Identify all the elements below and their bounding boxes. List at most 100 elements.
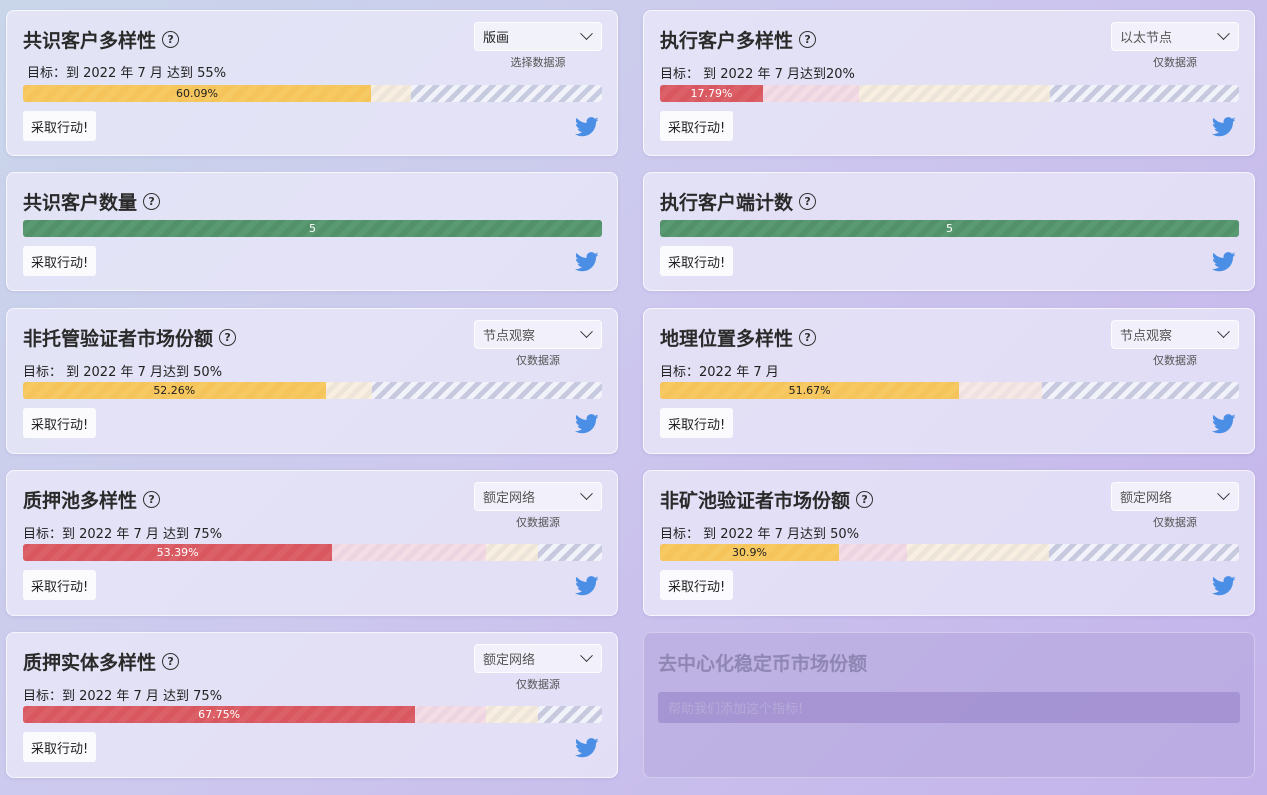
twitter-icon[interactable] xyxy=(575,117,599,137)
goal-text: 目标：2022 年 7 月 xyxy=(660,365,779,380)
select-value: 额定网络 xyxy=(1120,491,1173,506)
help-icon[interactable]: ? xyxy=(162,653,180,670)
card-title: 地理位置多样性 ? xyxy=(660,324,817,351)
card-title: 非托管验证者市场份额 ? xyxy=(23,324,237,351)
card-title-text: 非托管验证者市场份额 xyxy=(23,328,214,350)
card-non-custodial-validator-share: 非托管验证者市场份额 ? 目标： 到 2022 年 7 月达到 50% 节点观察… xyxy=(6,308,618,454)
select-caption: 仅数据源 xyxy=(516,516,560,529)
card-staking-entity-diversity: 质押实体多样性 ? 目标：到 2022 年 7 月 达到 75% 额定网络 仅数… xyxy=(6,632,618,778)
progress-fill: 53.39% xyxy=(23,544,333,561)
progress-fill: 5 xyxy=(660,220,1239,237)
take-action-button[interactable]: 采取行动! xyxy=(660,246,734,276)
progress-bar: 5 xyxy=(23,220,602,237)
select-caption: 选择数据源 xyxy=(510,56,566,69)
card-title-text: 共识客户数量 xyxy=(23,192,138,214)
progress-label: 51.67% xyxy=(788,384,831,397)
card-title-text: 共识客户多样性 xyxy=(23,30,157,52)
data-source-select[interactable]: 以太节点 xyxy=(1111,22,1239,51)
add-metric-link[interactable]: 帮助我们添加这个指标! xyxy=(658,692,1240,723)
progress-bar: 53.39% xyxy=(23,544,602,561)
goal-text: 目标：到 2022 年 7 月 达到 75% xyxy=(23,689,223,704)
card-title-text: 质押池多样性 xyxy=(23,490,138,512)
take-action-button[interactable]: 采取行动! xyxy=(23,246,97,276)
select-value: 节点观察 xyxy=(483,329,536,344)
progress-label: 17.79% xyxy=(690,87,733,100)
progress-fill: 51.67% xyxy=(660,382,960,399)
twitter-icon[interactable] xyxy=(1212,252,1236,272)
select-caption: 仅数据源 xyxy=(1153,516,1197,529)
progress-bar: 17.79% xyxy=(660,85,1239,102)
progress-label: 30.9% xyxy=(731,546,767,559)
card-title-text: 执行客户端计数 xyxy=(660,192,794,214)
progress-fill: 60.09% xyxy=(23,85,371,102)
card-geographic-diversity: 地理位置多样性 ? 目标：2022 年 7 月 节点观察 仅数据源 51.67%… xyxy=(643,308,1255,454)
help-icon[interactable]: ? xyxy=(799,329,817,346)
data-source-select[interactable]: 额定网络 xyxy=(1111,482,1239,511)
take-action-button[interactable]: 采取行动! xyxy=(23,732,97,762)
data-source-select[interactable]: 节点观察 xyxy=(474,320,602,349)
twitter-icon[interactable] xyxy=(575,576,599,596)
chevron-down-icon xyxy=(1217,487,1230,501)
help-icon[interactable]: ? xyxy=(856,491,874,508)
select-caption: 仅数据源 xyxy=(1153,56,1197,69)
help-icon[interactable]: ? xyxy=(143,193,161,210)
card-title: 共识客户数量 ? xyxy=(23,188,161,215)
twitter-icon[interactable] xyxy=(1212,117,1236,137)
help-icon[interactable]: ? xyxy=(219,329,237,346)
twitter-icon[interactable] xyxy=(575,414,599,434)
progress-label: 5 xyxy=(309,222,316,235)
progress-bar: 51.67% xyxy=(660,382,1239,399)
progress-bar: 60.09% xyxy=(23,85,602,102)
help-icon[interactable]: ? xyxy=(799,31,817,48)
data-source-select[interactable]: 节点观察 xyxy=(1111,320,1239,349)
help-icon[interactable]: ? xyxy=(799,193,817,210)
card-staking-pool-diversity: 质押池多样性 ? 目标：到 2022 年 7 月 达到 75% 额定网络 仅数据… xyxy=(6,470,618,616)
progress-fill: 5 xyxy=(23,220,602,237)
card-title-text: 非矿池验证者市场份额 xyxy=(660,490,851,512)
progress-fill: 17.79% xyxy=(660,85,763,102)
progress-label: 5 xyxy=(946,222,953,235)
card-title: 质押实体多样性 ? xyxy=(23,648,180,675)
select-value: 以太节点 xyxy=(1120,31,1173,46)
take-action-button[interactable]: 采取行动! xyxy=(660,408,734,438)
help-icon[interactable]: ? xyxy=(143,491,161,508)
card-non-pool-validator-share: 非矿池验证者市场份额 ? 目标： 到 2022 年 7 月达到 50% 额定网络… xyxy=(643,470,1255,616)
card-title: 执行客户多样性 ? xyxy=(660,26,817,53)
select-value: 节点观察 xyxy=(1120,329,1173,344)
progress-bar: 52.26% xyxy=(23,382,602,399)
card-title: 质押池多样性 ? xyxy=(23,486,161,513)
card-title: 共识客户多样性 ? xyxy=(23,26,180,53)
twitter-icon[interactable] xyxy=(1212,576,1236,596)
goal-text: 目标： 到 2022 年 7 月达到20% xyxy=(660,67,855,82)
card-title-text: 执行客户多样性 xyxy=(660,30,794,52)
progress-label: 52.26% xyxy=(153,384,196,397)
help-icon[interactable]: ? xyxy=(162,31,180,48)
take-action-button[interactable]: 采取行动! xyxy=(23,111,97,141)
card-title-text: 质押实体多样性 xyxy=(23,652,157,674)
card-title: 非矿池验证者市场份额 ? xyxy=(660,486,874,513)
card-consensus-client-diversity: 共识客户多样性 ? 目标：到 2022 年 7 月 达到 55% 版画 选择数据… xyxy=(6,10,618,156)
take-action-button[interactable]: 采取行动! xyxy=(660,111,734,141)
chevron-down-icon xyxy=(580,27,593,41)
take-action-button[interactable]: 采取行动! xyxy=(660,570,734,600)
progress-bar: 30.9% xyxy=(660,544,1239,561)
progress-label: 67.75% xyxy=(198,708,241,721)
card-execution-client-count: 执行客户端计数 ? 5 采取行动! xyxy=(643,172,1255,291)
select-value: 额定网络 xyxy=(483,491,536,506)
card-execution-client-diversity: 执行客户多样性 ? 目标： 到 2022 年 7 月达到20% 以太节点 仅数据… xyxy=(643,10,1255,156)
goal-text: 目标：到 2022 年 7 月 达到 75% xyxy=(23,527,223,542)
data-source-select[interactable]: 版画 xyxy=(474,22,602,51)
twitter-icon[interactable] xyxy=(1212,414,1236,434)
card-consensus-client-count: 共识客户数量 ? 5 采取行动! xyxy=(6,172,618,291)
data-source-select[interactable]: 额定网络 xyxy=(474,482,602,511)
chevron-down-icon xyxy=(1217,27,1230,41)
progress-bar: 5 xyxy=(660,220,1239,237)
take-action-button[interactable]: 采取行动! xyxy=(23,408,97,438)
data-source-select[interactable]: 额定网络 xyxy=(474,644,602,673)
select-caption: 仅数据源 xyxy=(516,354,560,367)
twitter-icon[interactable] xyxy=(575,252,599,272)
card-title: 执行客户端计数 ? xyxy=(660,188,817,215)
take-action-button[interactable]: 采取行动! xyxy=(23,570,97,600)
twitter-icon[interactable] xyxy=(575,738,599,758)
card-title-text: 地理位置多样性 xyxy=(660,328,794,350)
